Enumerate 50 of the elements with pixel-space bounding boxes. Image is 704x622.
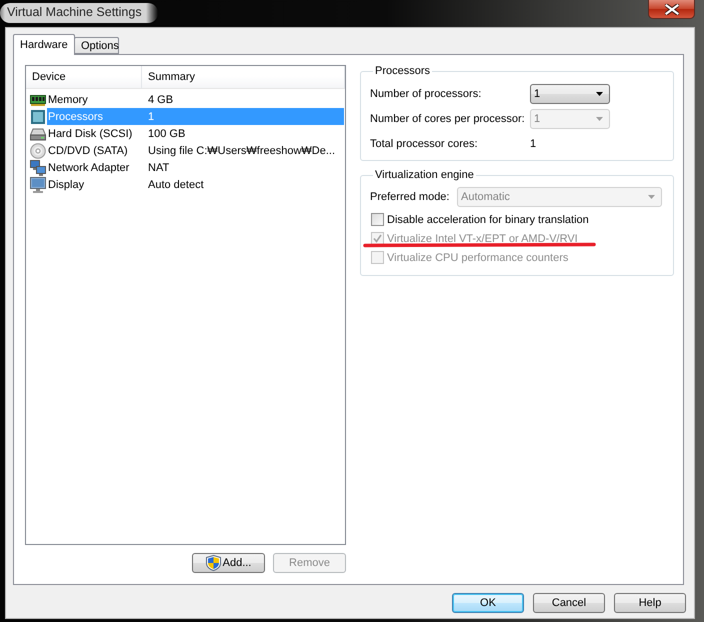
check-icon [373, 234, 382, 243]
column-header[interactable]: Summary [142, 66, 345, 89]
device-name: Processors [47, 110, 104, 122]
disc-icon [30, 142, 46, 158]
checkbox-label: Virtualize CPU performance counters [387, 252, 568, 264]
device-name: Network Adapter [47, 162, 130, 174]
device-name: Memory [47, 94, 89, 106]
field-label: Preferred mode: [370, 191, 450, 203]
group-title: Processors [374, 65, 432, 78]
checkbox-label: Disable acceleration for binary translation [387, 214, 589, 226]
device-name: CD/DVD (SATA) [47, 144, 129, 156]
column-header[interactable]: Device [26, 66, 142, 89]
device-row[interactable]: Hard Disk (SCSI) 100 GB [47, 125, 344, 142]
number-dropdown[interactable]: 1 [530, 84, 610, 104]
dialog-button[interactable]: Cancel [533, 593, 605, 613]
close-button[interactable] [648, 0, 695, 19]
device-row[interactable]: Network Adapter NAT [47, 159, 344, 176]
device-summary: 1 [147, 110, 156, 122]
device-summary: Using file C:₩Users₩freeshow₩De... [147, 144, 336, 156]
device-summary: NAT [147, 162, 170, 174]
shield-icon [206, 555, 221, 571]
device-summary: 4 GB [147, 94, 174, 106]
tab[interactable]: Hardware [13, 34, 75, 55]
group-title: Virtualization engine [374, 169, 475, 182]
close-icon [664, 4, 678, 14]
device-name: Hard Disk (SCSI) [47, 128, 134, 140]
checkbox-label: Virtualize Intel VT-x/EPT or AMD-V/RVI [387, 232, 578, 244]
dialog-button[interactable]: Help [614, 593, 686, 613]
network-computers-icon [30, 160, 46, 176]
device-row[interactable]: Memory 4 GB [47, 91, 344, 108]
monitor-icon [30, 176, 46, 192]
field-label: Number of processors: [370, 88, 482, 100]
device-summary: 100 GB [147, 128, 186, 140]
field-label: Total processor cores: [370, 138, 479, 150]
tab[interactable]: Options [74, 37, 119, 54]
checkbox[interactable] [371, 213, 384, 226]
caret-icon [596, 92, 603, 96]
processor-chip-icon [30, 108, 46, 124]
device-name: Display [47, 178, 86, 190]
add-button[interactable]: Add... [192, 553, 265, 573]
window-title: Virtual Machine Settings [0, 3, 158, 23]
device-row[interactable]: CD/DVD (SATA) Using file C:₩Users₩freeshow₩De... [47, 142, 344, 159]
field-value: 1 [530, 138, 536, 150]
device-summary: Auto detect [147, 178, 205, 190]
dialog-button[interactable]: OK [452, 593, 524, 613]
field-label: Number of cores per processor: [370, 113, 526, 125]
hard-disk-icon [30, 126, 46, 142]
caret-icon [596, 117, 603, 121]
device-row[interactable]: Display Auto detect [47, 176, 344, 193]
caret-icon [648, 195, 655, 199]
